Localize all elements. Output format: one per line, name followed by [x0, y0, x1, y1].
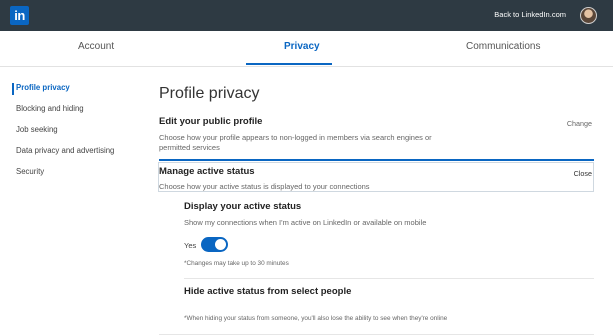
avatar[interactable] — [580, 7, 597, 24]
active-status-toggle[interactable] — [201, 237, 228, 252]
tab-privacy[interactable]: Privacy — [284, 41, 320, 52]
back-to-linkedin-link[interactable]: Back to LinkedIn.com — [494, 10, 566, 19]
display-status-title: Display your active status — [184, 201, 302, 212]
sidebar-item-blocking-hiding[interactable]: Blocking and hiding — [0, 104, 140, 125]
sidebar-item-profile-privacy[interactable]: Profile privacy — [0, 83, 140, 104]
divider — [184, 278, 594, 279]
linkedin-logo-icon[interactable]: in — [10, 6, 29, 25]
sidebar-item-security[interactable]: Security — [0, 167, 140, 188]
section-divider — [159, 159, 594, 161]
tab-communications[interactable]: Communications — [466, 41, 540, 52]
hide-status-note: *When hiding your status from someone, y… — [184, 315, 448, 322]
toggle-label: Yes — [184, 241, 197, 250]
sidebar: Profile privacy Blocking and hiding Job … — [0, 83, 140, 188]
active-status-title[interactable]: Manage active status — [159, 166, 255, 177]
close-active-status-link[interactable]: Close — [574, 169, 592, 178]
change-public-profile-link[interactable]: Change — [567, 119, 592, 128]
divider — [159, 334, 594, 335]
display-status-description: Show my connections when I'm active on L… — [184, 218, 427, 227]
top-bar: in Back to LinkedIn.com — [0, 0, 613, 31]
active-status-description: Choose how your active status is display… — [159, 182, 370, 191]
changes-note: *Changes may take up to 30 minutes — [184, 260, 289, 267]
toggle-knob — [215, 239, 226, 250]
page-title: Profile privacy — [159, 85, 260, 102]
sidebar-item-job-seeking[interactable]: Job seeking — [0, 125, 140, 146]
settings-tabs: Account Privacy Communications — [0, 31, 613, 67]
public-profile-title[interactable]: Edit your public profile — [159, 116, 262, 127]
hide-status-title: Hide active status from select people — [184, 286, 352, 297]
tab-account[interactable]: Account — [78, 41, 114, 52]
public-profile-description: Choose how your profile appears to non-l… — [159, 133, 432, 152]
sidebar-item-data-privacy[interactable]: Data privacy and advertising — [0, 146, 140, 167]
active-tab-indicator — [246, 63, 332, 65]
